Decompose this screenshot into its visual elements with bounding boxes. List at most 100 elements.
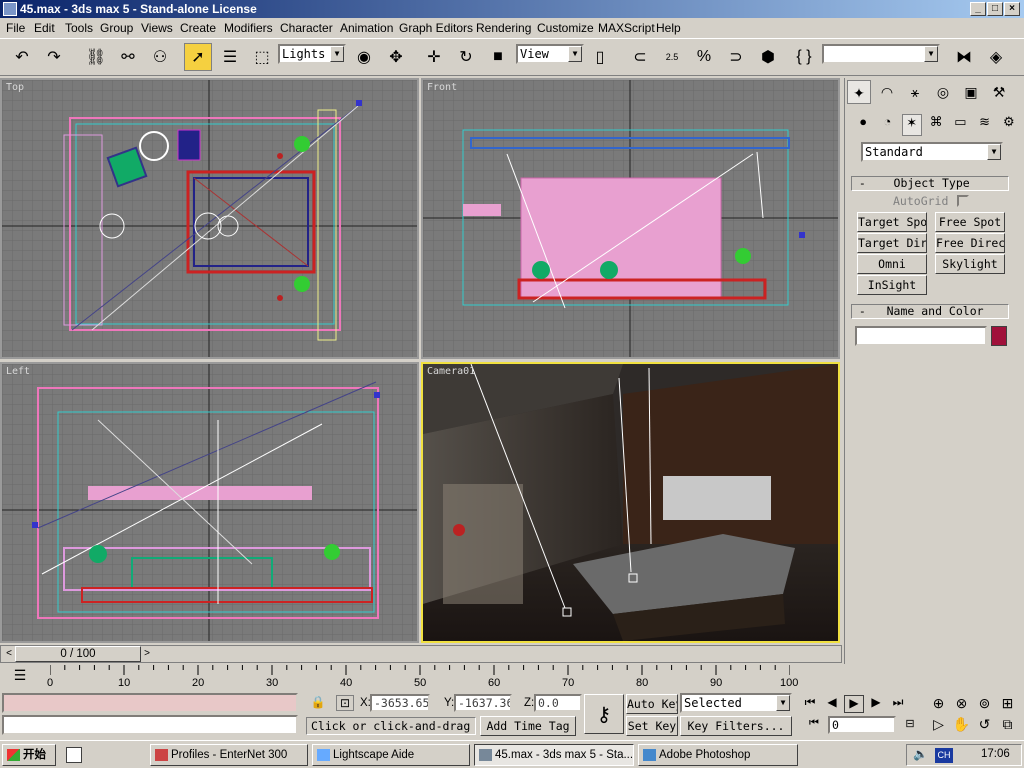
target-direct-button[interactable]: Target Direct xyxy=(857,233,927,253)
spinner-snap-icon[interactable]: ⊃ xyxy=(722,43,750,71)
y-coord-field[interactable]: -1637.36 xyxy=(454,694,512,712)
close-button[interactable]: × xyxy=(1004,2,1020,16)
mini-curve-editor-icon[interactable]: ☰ xyxy=(10,667,30,685)
start-button[interactable]: 开始 xyxy=(2,744,56,766)
select-by-name-icon[interactable]: ☰ xyxy=(216,43,244,71)
percent-snap-icon[interactable]: % xyxy=(690,43,718,71)
menu-group[interactable]: Group xyxy=(100,18,133,38)
shapes-icon[interactable]: ◔ xyxy=(877,114,897,136)
go-to-start-icon[interactable]: ⏮ xyxy=(800,695,820,713)
menu-help[interactable]: Help xyxy=(656,18,681,38)
space-warps-icon[interactable]: ≋ xyxy=(974,114,994,136)
motion-tab-icon[interactable]: ◎ xyxy=(931,80,955,104)
edit-named-selection-icon[interactable]: ⬢ xyxy=(754,43,782,71)
previous-key-icon[interactable]: ◀ xyxy=(822,695,842,713)
viewport-label-left[interactable]: Left xyxy=(6,366,30,377)
lights-icon[interactable]: ✶ xyxy=(901,114,922,136)
time-slider-thumb[interactable]: 0 / 100 xyxy=(15,646,141,662)
modify-tab-icon[interactable]: ◠ xyxy=(875,80,899,104)
task-3dsmax[interactable]: 45.max - 3ds max 5 - Sta... xyxy=(474,744,634,766)
selection-filter-dropdown[interactable]: Lights ▼ xyxy=(278,44,346,64)
play-icon[interactable]: ▶ xyxy=(844,695,864,713)
object-category-dropdown[interactable]: Standard ▼ xyxy=(861,142,1003,162)
ime-indicator[interactable]: CH xyxy=(935,748,953,763)
menu-edit[interactable]: Edit xyxy=(34,18,55,38)
named-selection-icon[interactable]: { } xyxy=(790,43,818,71)
set-key-button[interactable]: Set Key xyxy=(626,716,678,736)
object-name-field[interactable] xyxy=(855,326,987,346)
next-key-icon[interactable]: ▶ xyxy=(866,695,886,713)
zoom-extents-all-icon[interactable]: ⊞ xyxy=(997,695,1018,714)
move-icon[interactable]: ✛ xyxy=(420,43,448,71)
align-icon[interactable]: ◈ xyxy=(982,43,1010,71)
show-desktop-icon[interactable] xyxy=(66,747,82,763)
go-to-end-icon[interactable]: ⏭ xyxy=(888,695,908,713)
key-mode-toggle-icon[interactable]: ⏮ xyxy=(806,717,822,733)
free-direct-button[interactable]: Free Direct xyxy=(935,233,1005,253)
menu-animation[interactable]: Animation xyxy=(340,18,393,38)
viewport-label-front[interactable]: Front xyxy=(427,82,457,93)
skylight-button[interactable]: Skylight xyxy=(935,254,1005,274)
zoom-icon[interactable]: ⊕ xyxy=(928,695,949,714)
lock-selection-icon[interactable]: 🔒 xyxy=(310,695,326,711)
viewport-top[interactable]: Top xyxy=(0,78,419,359)
maximize-button[interactable]: □ xyxy=(987,2,1003,16)
helpers-icon[interactable]: ▭ xyxy=(950,114,970,136)
undo-icon[interactable]: ↶ xyxy=(8,43,36,71)
task-photoshop[interactable]: Adobe Photoshop xyxy=(638,744,798,766)
utilities-tab-icon[interactable]: ⚒ xyxy=(987,80,1011,104)
time-config-icon[interactable]: ⊟ xyxy=(902,717,918,733)
named-selection-dropdown[interactable]: ▼ xyxy=(822,44,940,64)
menu-create[interactable]: Create xyxy=(180,18,216,38)
absolute-mode-icon[interactable]: ⊡ xyxy=(336,695,354,711)
timeline-ruler[interactable]: 0 10 20 30 40 50 60 70 80 90 100 xyxy=(47,665,798,689)
menu-maxscript[interactable]: MAXScript xyxy=(598,18,655,38)
angle-snap-icon[interactable]: 2.5 xyxy=(658,43,686,71)
viewport-label-top[interactable]: Top xyxy=(6,82,24,93)
object-color-swatch[interactable] xyxy=(991,326,1007,346)
task-profiles-enternet[interactable]: Profiles - EnterNet 300 xyxy=(150,744,308,766)
snap-toggle-icon[interactable]: ⊂ xyxy=(626,43,654,71)
menu-tools[interactable]: Tools xyxy=(65,18,93,38)
rotate-icon[interactable]: ↻ xyxy=(452,43,480,71)
orbit-icon[interactable]: ↺ xyxy=(974,716,995,735)
target-spot-button[interactable]: Target Spot xyxy=(857,212,927,232)
x-coord-field[interactable]: -3653.65 xyxy=(370,694,430,712)
link-icon[interactable]: ⛓ xyxy=(82,43,110,71)
menu-rendering[interactable]: Rendering xyxy=(476,18,531,38)
geometry-icon[interactable]: ● xyxy=(853,114,873,136)
omni-button[interactable]: Omni xyxy=(857,254,927,274)
volume-icon[interactable]: 🔈 xyxy=(913,747,928,761)
time-slider-track[interactable]: < 0 / 100 > xyxy=(0,645,842,663)
rollout-name-and-color[interactable]: - Name and Color xyxy=(851,304,1009,319)
reference-coordinate-dropdown[interactable]: View ▼ xyxy=(516,44,584,64)
set-key-icon[interactable]: ⚷ xyxy=(584,694,624,734)
maxscript-output-mini[interactable] xyxy=(2,715,298,735)
pan-icon[interactable]: ✋ xyxy=(951,716,972,735)
key-filters-button[interactable]: Key Filters... xyxy=(680,716,792,736)
zoom-extents-icon[interactable]: ⊚ xyxy=(974,695,995,714)
unlink-icon[interactable]: ⚯ xyxy=(114,43,142,71)
menu-customize[interactable]: Customize xyxy=(537,18,594,38)
scale-icon[interactable]: ■ xyxy=(484,43,512,71)
menu-modifiers[interactable]: Modifiers xyxy=(224,18,273,38)
current-frame-field[interactable]: 0 xyxy=(828,716,896,734)
auto-key-button[interactable]: Auto Key xyxy=(626,694,678,714)
viewport-left[interactable]: Left xyxy=(0,362,419,643)
cameras-icon[interactable]: ⌘ xyxy=(926,114,946,136)
mirror-icon[interactable]: ⧓ xyxy=(950,43,978,71)
menu-file[interactable]: File xyxy=(6,18,25,38)
previous-frame-icon[interactable]: < xyxy=(3,646,15,662)
zoom-all-icon[interactable]: ⊗ xyxy=(951,695,972,714)
hierarchy-tab-icon[interactable]: ⚹ xyxy=(903,80,927,104)
select-window-icon[interactable]: ◉ xyxy=(350,43,378,71)
app-icon[interactable] xyxy=(3,2,17,16)
systems-icon[interactable]: ⚙ xyxy=(999,114,1019,136)
bind-space-warp-icon[interactable]: ⚇ xyxy=(146,43,174,71)
key-mode-dropdown[interactable]: Selected ▼ xyxy=(680,693,792,713)
next-frame-icon[interactable]: > xyxy=(141,646,153,662)
rollout-object-type[interactable]: - Object Type xyxy=(851,176,1009,191)
region-select-icon[interactable]: ⬚ xyxy=(248,43,276,71)
z-coord-field[interactable]: 0.0 xyxy=(534,694,582,712)
task-lightscape-aide[interactable]: Lightscape Aide xyxy=(312,744,470,766)
